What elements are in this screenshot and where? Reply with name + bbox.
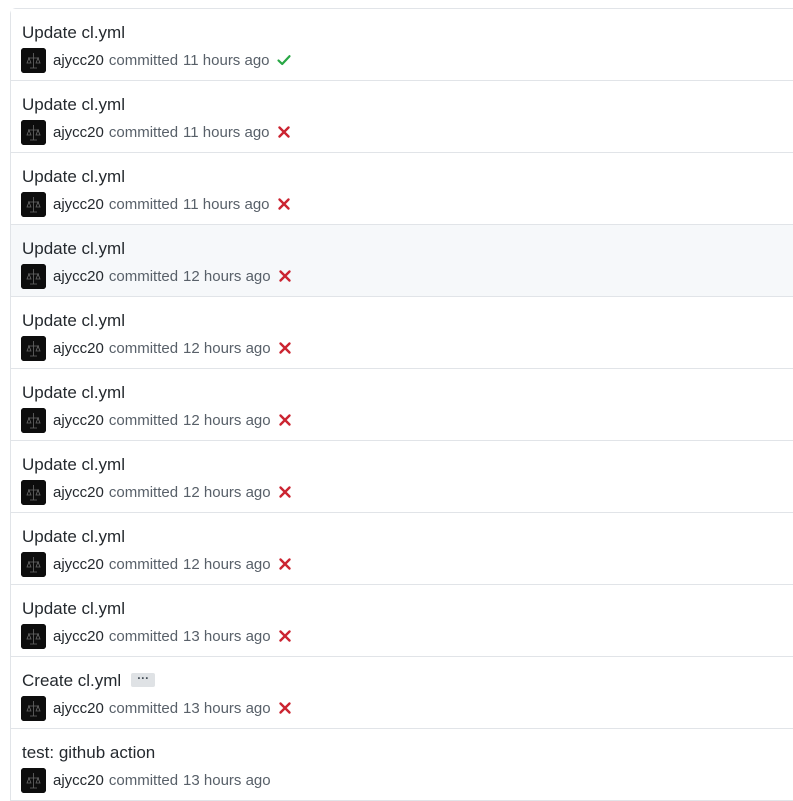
author-link[interactable]: ajycc20 xyxy=(53,700,104,717)
commit-verb: committed xyxy=(108,627,179,645)
commit-time[interactable]: 12 hours ago xyxy=(183,556,271,573)
commit-verb: committed xyxy=(108,699,179,717)
author-avatar[interactable] xyxy=(21,407,46,433)
author-link[interactable]: ajycc20 xyxy=(53,124,104,141)
commit-list: Update cl.yml ajycc20 committed 11 hours… xyxy=(10,8,793,801)
commit-row: Update cl.yml ajycc20 committed 12 hours… xyxy=(11,297,793,369)
x-icon[interactable] xyxy=(277,412,293,428)
commit-title-link[interactable]: Update cl.yml xyxy=(22,167,125,187)
commit-title-link[interactable]: Create cl.yml ··· xyxy=(22,671,156,691)
x-icon[interactable] xyxy=(276,124,292,140)
author-avatar[interactable] xyxy=(21,191,46,217)
author-link[interactable]: ajycc20 xyxy=(53,484,104,501)
commit-title-text: Create cl.yml xyxy=(22,671,122,690)
commit-row: Update cl.yml ajycc20 committed 12 hours… xyxy=(11,369,793,441)
x-icon[interactable] xyxy=(277,484,293,500)
commit-verb: committed xyxy=(108,555,179,573)
commit-meta: ajycc20 committed 12 hours ago xyxy=(21,263,293,289)
commit-verb: committed xyxy=(108,339,179,357)
author-link[interactable]: ajycc20 xyxy=(53,52,104,69)
author-avatar[interactable] xyxy=(21,119,46,145)
author-avatar[interactable] xyxy=(21,479,46,505)
commit-meta: ajycc20 committed 12 hours ago xyxy=(21,335,293,361)
commit-row: Update cl.yml ajycc20 committed 12 hours… xyxy=(11,513,793,585)
commit-verb: committed xyxy=(108,51,179,69)
author-link[interactable]: ajycc20 xyxy=(53,628,104,645)
author-avatar[interactable] xyxy=(21,335,46,361)
author-link[interactable]: ajycc20 xyxy=(53,268,104,285)
commit-meta: ajycc20 committed 13 hours ago xyxy=(21,767,271,793)
author-avatar[interactable] xyxy=(21,551,46,577)
commit-title-link[interactable]: Update cl.yml xyxy=(22,599,125,619)
commit-title-link[interactable]: Update cl.yml xyxy=(22,311,125,331)
commit-time[interactable]: 12 hours ago xyxy=(183,484,271,501)
x-icon[interactable] xyxy=(277,628,293,644)
commit-title-link[interactable]: Update cl.yml xyxy=(22,527,125,547)
x-icon[interactable] xyxy=(277,340,293,356)
commit-meta: ajycc20 committed 13 hours ago xyxy=(21,623,293,649)
commit-row: Update cl.yml ajycc20 committed 12 hours… xyxy=(11,225,793,297)
commit-meta: ajycc20 committed 13 hours ago xyxy=(21,695,293,721)
commit-verb: committed xyxy=(108,195,179,213)
commit-verb: committed xyxy=(108,771,179,789)
commit-title-link[interactable]: Update cl.yml xyxy=(22,239,125,259)
commit-time[interactable]: 13 hours ago xyxy=(183,772,271,789)
commit-row: Update cl.yml ajycc20 committed 13 hours… xyxy=(11,585,793,657)
commit-row: Update cl.yml ajycc20 committed 11 hours… xyxy=(11,9,793,81)
expand-description-button[interactable]: ··· xyxy=(131,672,156,687)
author-link[interactable]: ajycc20 xyxy=(53,772,104,789)
author-link[interactable]: ajycc20 xyxy=(53,556,104,573)
author-link[interactable]: ajycc20 xyxy=(53,340,104,357)
commit-meta: ajycc20 committed 12 hours ago xyxy=(21,551,293,577)
commit-time[interactable]: 13 hours ago xyxy=(183,700,271,717)
commit-time[interactable]: 13 hours ago xyxy=(183,628,271,645)
commit-verb: committed xyxy=(108,267,179,285)
x-icon[interactable] xyxy=(277,268,293,284)
commit-time[interactable]: 11 hours ago xyxy=(183,52,269,69)
commit-time[interactable]: 12 hours ago xyxy=(183,412,271,429)
commit-row: Create cl.yml ··· ajycc20 committed 13 ho… xyxy=(11,657,793,729)
author-avatar[interactable] xyxy=(21,623,46,649)
commit-title-link[interactable]: test: github action xyxy=(22,743,155,763)
commit-time[interactable]: 11 hours ago xyxy=(183,196,269,213)
x-icon[interactable] xyxy=(277,700,293,716)
commit-title-link[interactable]: Update cl.yml xyxy=(22,95,125,115)
author-avatar[interactable] xyxy=(21,767,46,793)
commit-meta: ajycc20 committed 12 hours ago xyxy=(21,407,293,433)
commit-meta: ajycc20 committed 11 hours ago xyxy=(21,47,292,73)
commit-meta: ajycc20 committed 12 hours ago xyxy=(21,479,293,505)
author-avatar[interactable] xyxy=(21,263,46,289)
commit-row: Update cl.yml ajycc20 committed 12 hours… xyxy=(11,441,793,513)
commit-meta: ajycc20 committed 11 hours ago xyxy=(21,191,292,217)
commit-row: test: github action ajycc20 committed 13… xyxy=(11,729,793,801)
commit-title-link[interactable]: Update cl.yml xyxy=(22,383,125,403)
commit-title-link[interactable]: Update cl.yml xyxy=(22,23,125,43)
commit-time[interactable]: 12 hours ago xyxy=(183,268,271,285)
author-link[interactable]: ajycc20 xyxy=(53,412,104,429)
commit-verb: committed xyxy=(108,123,179,141)
check-icon[interactable] xyxy=(276,52,292,68)
author-avatar[interactable] xyxy=(21,47,46,73)
x-icon[interactable] xyxy=(277,556,293,572)
commit-row: Update cl.yml ajycc20 committed 11 hours… xyxy=(11,153,793,225)
author-avatar[interactable] xyxy=(21,695,46,721)
commit-meta: ajycc20 committed 11 hours ago xyxy=(21,119,292,145)
author-link[interactable]: ajycc20 xyxy=(53,196,104,213)
commit-row: Update cl.yml ajycc20 committed 11 hours… xyxy=(11,81,793,153)
commit-title-link[interactable]: Update cl.yml xyxy=(22,455,125,475)
commit-verb: committed xyxy=(108,411,179,429)
commit-time[interactable]: 12 hours ago xyxy=(183,340,271,357)
commit-time[interactable]: 11 hours ago xyxy=(183,124,269,141)
commit-verb: committed xyxy=(108,483,179,501)
x-icon[interactable] xyxy=(276,196,292,212)
